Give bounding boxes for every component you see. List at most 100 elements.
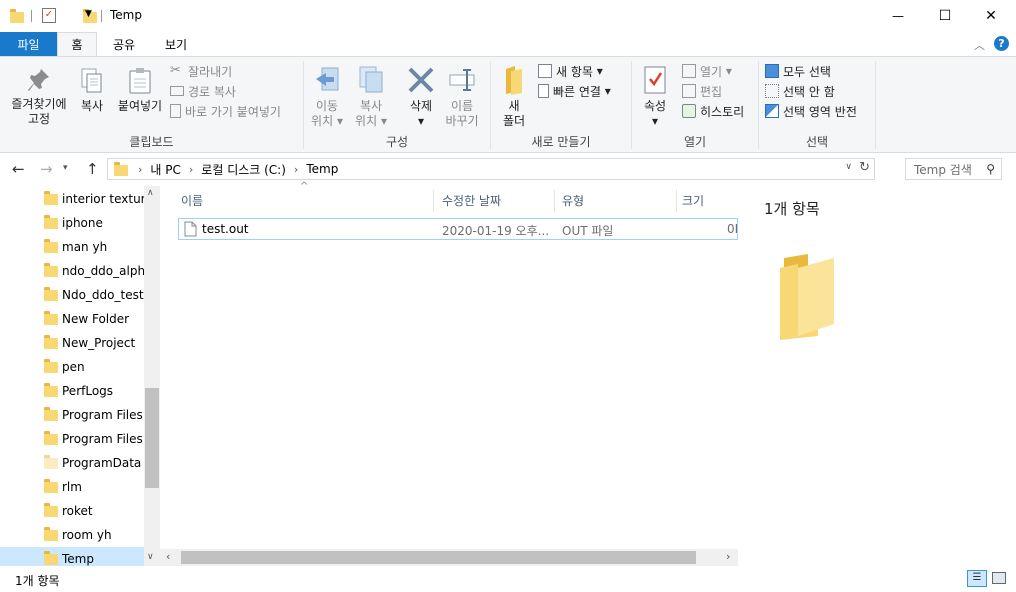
nav-item[interactable]: New Folder: [0, 307, 144, 331]
nav-scroll-thumb[interactable]: [145, 388, 159, 488]
tab-home[interactable]: 홈: [57, 32, 97, 56]
qat-dropdown-icon[interactable]: ▼: [85, 9, 92, 19]
rename-icon: [449, 69, 475, 91]
column-header-name[interactable]: 이름: [181, 186, 431, 214]
tab-file[interactable]: 파일: [0, 32, 57, 56]
paste-shortcut-button[interactable]: 바로 가기 붙여넣기: [170, 101, 300, 121]
nav-item[interactable]: Program Files (: [0, 427, 144, 451]
nav-item[interactable]: interior texture: [0, 187, 144, 211]
scroll-down-icon[interactable]: ∨: [147, 552, 154, 562]
address-dropdown-icon[interactable]: ∨: [845, 162, 852, 172]
properties-qat-icon[interactable]: ✓: [42, 8, 56, 23]
large-folder-icon: [780, 254, 834, 340]
copy-icon: [81, 68, 102, 93]
column-separator[interactable]: [433, 190, 434, 212]
nav-item[interactable]: rlm: [0, 475, 144, 499]
nav-item-selected[interactable]: Temp: [0, 547, 144, 566]
breadcrumb-temp[interactable]: Temp: [306, 162, 338, 176]
pin-to-quick-access-button[interactable]: 즐겨찾기에 고정: [4, 67, 74, 127]
nav-item[interactable]: PerfLogs: [0, 379, 144, 403]
rename-label-1: 이름: [450, 99, 474, 113]
move-to-button[interactable]: 이동 위치 ▾: [308, 65, 346, 129]
scroll-left-icon[interactable]: ‹: [166, 550, 170, 563]
select-all-icon: [765, 64, 779, 78]
column-header-size[interactable]: 크기: [682, 186, 736, 214]
tab-view[interactable]: 보기: [152, 32, 200, 56]
refresh-icon[interactable]: ↻: [859, 160, 870, 175]
ribbon: 즐겨찾기에 고정 복사 붙여넣기 ✂ 잘라내기 경로 복사 바로 가기 붙여넣기 …: [0, 56, 1016, 153]
horizontal-scroll-thumb[interactable]: [181, 551, 696, 564]
minimize-button[interactable]: —: [875, 0, 921, 32]
help-icon[interactable]: ?: [994, 36, 1009, 51]
nav-item[interactable]: Program Files: [0, 403, 144, 427]
navigation-pane[interactable]: interior texture iphone man yh ndo_ddo_a…: [0, 186, 160, 566]
column-separator[interactable]: [554, 190, 555, 212]
new-item-button[interactable]: 새 항목 ▾: [538, 61, 628, 81]
file-type: OUT 파일: [562, 224, 614, 238]
nav-item[interactable]: roket: [0, 499, 144, 523]
search-input[interactable]: Temp 검색: [914, 161, 972, 178]
folder-icon: [44, 406, 58, 421]
column-header-modified[interactable]: 수정한 날짜: [442, 186, 552, 214]
delete-button[interactable]: 삭제 ▾: [402, 65, 440, 129]
history-button[interactable]: 히스토리: [682, 101, 754, 121]
nav-scrollbar[interactable]: ∧ ∨: [144, 186, 160, 566]
rename-button[interactable]: 이름 바꾸기: [442, 65, 482, 129]
details-view-icon[interactable]: ☰: [967, 570, 987, 587]
edit-button[interactable]: 편집: [682, 81, 754, 101]
column-separator[interactable]: [676, 190, 677, 212]
breadcrumb-local-disk[interactable]: 로컬 디스크 (C:): [201, 161, 286, 178]
nav-item[interactable]: man yh: [0, 235, 144, 259]
folder-icon: [44, 430, 58, 445]
nav-item[interactable]: ndo_ddo_alpha: [0, 259, 144, 283]
properties-button[interactable]: 속성 ▾: [636, 65, 674, 129]
open-button[interactable]: 열기 ▾: [682, 61, 754, 81]
paste-button[interactable]: 붙여넣기: [114, 67, 166, 114]
select-none-label: 선택 안 함: [783, 84, 835, 99]
move-label-2: 위치: [311, 114, 334, 128]
paste-shortcut-label: 바로 가기 붙여넣기: [185, 104, 281, 119]
copy-path-button[interactable]: 경로 복사: [170, 81, 300, 101]
breadcrumb-chevron-icon[interactable]: ›: [189, 163, 193, 176]
copy-to-button[interactable]: 복사 위치 ▾: [352, 65, 390, 129]
column-size-label: 크기: [682, 193, 705, 208]
column-header-type[interactable]: 유형: [562, 186, 672, 214]
maximize-button[interactable]: ☐: [922, 0, 968, 32]
copy-to-label-1: 복사: [359, 99, 383, 113]
nav-item[interactable]: ProgramData: [0, 451, 144, 475]
up-arrow-icon[interactable]: ↑: [86, 160, 99, 178]
nav-item[interactable]: New_Project: [0, 331, 144, 355]
new-item-icon: [538, 64, 552, 78]
copy-button[interactable]: 복사: [76, 67, 108, 114]
search-box[interactable]: Temp 검색 ⚲: [905, 158, 1002, 180]
forward-arrow-icon[interactable]: →: [40, 160, 53, 178]
easy-access-button[interactable]: 빠른 연결 ▾: [538, 81, 628, 101]
file-row[interactable]: test.out 2020-01-19 오후... OUT 파일 0K: [178, 218, 738, 240]
breadcrumb-this-pc[interactable]: 내 PC: [150, 161, 180, 178]
edit-icon: [682, 84, 696, 98]
scroll-right-icon[interactable]: ›: [726, 550, 730, 563]
cut-button[interactable]: ✂ 잘라내기: [170, 61, 300, 81]
close-button[interactable]: ✕: [968, 0, 1014, 32]
properties-label: 속성: [643, 99, 667, 113]
breadcrumb-chevron-icon[interactable]: ›: [138, 163, 142, 176]
scroll-up-icon[interactable]: ∧: [147, 188, 154, 198]
back-arrow-icon[interactable]: ←: [12, 160, 25, 178]
tab-share[interactable]: 공유: [102, 32, 146, 56]
large-icons-view-icon[interactable]: [992, 572, 1006, 584]
horizontal-scrollbar[interactable]: ‹ ›: [160, 549, 738, 566]
invert-selection-button[interactable]: 선택 영역 반전: [765, 101, 875, 121]
nav-item-label: man yh: [62, 240, 108, 254]
nav-item[interactable]: iphone: [0, 211, 144, 235]
nav-item[interactable]: pen: [0, 355, 144, 379]
nav-item[interactable]: room yh: [0, 523, 144, 547]
recent-locations-icon[interactable]: ▾: [63, 163, 68, 173]
address-bar[interactable]: › 내 PC › 로컬 디스크 (C:) › Temp ∨ ↻: [107, 158, 875, 180]
select-all-button[interactable]: 모두 선택: [765, 61, 875, 81]
breadcrumb-chevron-icon[interactable]: ›: [294, 163, 298, 176]
search-icon: ⚲: [986, 162, 995, 176]
new-folder-button[interactable]: 새 폴더: [496, 65, 532, 129]
select-none-button[interactable]: 선택 안 함: [765, 81, 875, 101]
nav-item[interactable]: Ndo_ddo_test: [0, 283, 144, 307]
ribbon-collapse-icon[interactable]: ︿: [974, 37, 985, 53]
